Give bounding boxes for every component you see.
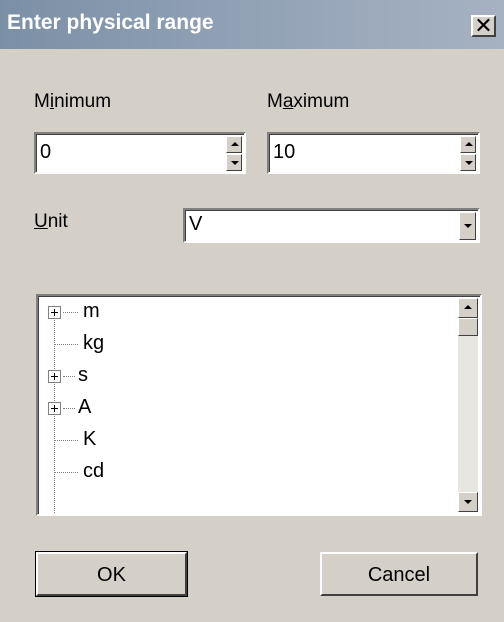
tree-item-label: A — [78, 396, 92, 418]
scroll-down-button[interactable] — [458, 492, 478, 512]
maximum-label: Maximum — [267, 91, 350, 112]
tree-item-label: K — [83, 428, 97, 450]
unit-combobox[interactable]: V — [183, 208, 480, 243]
unit-dropdown-button[interactable] — [459, 212, 476, 240]
expand-plus-icon[interactable] — [48, 370, 61, 383]
tree-dots — [55, 440, 78, 441]
arrow-up-icon — [231, 142, 239, 146]
window-title: Enter physical range — [7, 11, 214, 34]
arrow-up-icon — [465, 142, 473, 146]
minimum-spin-down-button[interactable] — [226, 154, 242, 171]
tree-dots — [63, 376, 75, 377]
minimum-spin-up-button[interactable] — [226, 136, 242, 153]
chevron-down-icon — [464, 224, 472, 228]
scroll-thumb[interactable] — [458, 318, 478, 336]
tree-item[interactable]: A — [38, 393, 438, 425]
tree-item-label: m — [83, 300, 100, 322]
scroll-up-button[interactable] — [458, 298, 478, 318]
tree-dots — [63, 408, 75, 409]
maximum-spin-up-button[interactable] — [460, 136, 476, 153]
arrow-down-icon — [231, 161, 239, 165]
tree-item[interactable]: kg — [38, 329, 438, 361]
arrow-down-icon — [464, 500, 472, 504]
title-bar[interactable]: Enter physical range ✕ — [0, 0, 504, 49]
tree-dots — [55, 344, 78, 345]
ok-button-label: OK — [97, 564, 126, 586]
tree-item-label: s — [78, 364, 88, 386]
tree-item[interactable]: cd — [38, 457, 438, 489]
expand-plus-icon[interactable] — [48, 306, 61, 319]
tree-item-label: kg — [83, 332, 105, 354]
ok-button[interactable]: OK — [35, 551, 188, 597]
tree-vertical-scrollbar[interactable] — [458, 298, 478, 512]
tree-item[interactable]: s — [38, 361, 438, 393]
unit-label: Unit — [34, 211, 68, 232]
physical-range-dialog: Enter physical range ✕ Minimum Maximum 0… — [0, 0, 504, 622]
tree-item[interactable]: K — [38, 425, 438, 457]
maximum-value[interactable]: 10 — [273, 141, 295, 164]
minimum-label: Minimum — [34, 91, 112, 112]
minimum-value[interactable]: 0 — [40, 141, 51, 164]
cancel-button[interactable]: Cancel — [320, 552, 478, 596]
maximum-spin-down-button[interactable] — [460, 154, 476, 171]
tree-dots — [55, 472, 78, 473]
expand-plus-icon[interactable] — [48, 402, 61, 415]
arrow-up-icon — [464, 305, 472, 309]
close-button[interactable]: ✕ — [471, 13, 496, 38]
unit-value[interactable]: V — [189, 213, 202, 236]
tree-item-label: cd — [83, 460, 105, 482]
cancel-button-label: Cancel — [367, 564, 431, 586]
arrow-down-icon — [465, 161, 473, 165]
minimum-spin-field[interactable]: 0 — [34, 132, 246, 174]
close-icon: ✕ — [474, 13, 493, 38]
tree-item[interactable]: m — [38, 297, 438, 329]
unit-tree[interactable]: m kg s A K cd — [36, 294, 482, 516]
tree-dots — [63, 312, 78, 313]
maximum-spin-field[interactable]: 10 — [267, 132, 480, 174]
